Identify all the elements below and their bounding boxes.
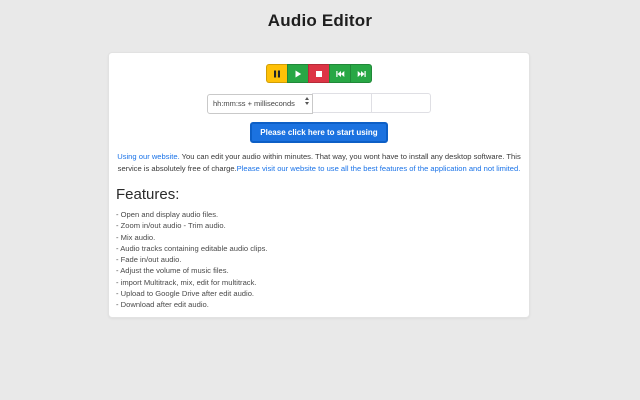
time-format-select-wrap: hh:mm:ss + milliseconds	[207, 93, 313, 114]
intro-paragraph: Using our website. You can edit your aud…	[115, 151, 523, 175]
feature-item: - Mix audio.	[116, 232, 156, 242]
pause-icon	[273, 70, 281, 78]
audio-editor-card: hh:mm:ss + milliseconds Please click her…	[108, 52, 530, 318]
time-input-start[interactable]	[312, 93, 372, 113]
visit-website-link[interactable]: Please visit our website to use all the …	[237, 164, 521, 173]
time-controls-row: hh:mm:ss + milliseconds	[109, 93, 529, 114]
stop-icon	[315, 70, 323, 78]
play-icon	[294, 70, 302, 78]
time-format-select[interactable]: hh:mm:ss + milliseconds	[207, 93, 313, 114]
features-heading: Features:	[116, 186, 180, 203]
pause-button[interactable]	[266, 64, 288, 83]
page-title: Audio Editor	[267, 11, 373, 30]
player-controls	[109, 64, 529, 83]
skip-forward-button[interactable]	[350, 64, 372, 83]
feature-item: - Fade in/out audio.	[116, 255, 182, 265]
play-button[interactable]	[287, 64, 309, 83]
features-section: Features: - Open and display audio files…	[116, 186, 529, 311]
start-row: Please click here to start using	[109, 122, 529, 143]
skip-forward-icon	[357, 70, 366, 78]
feature-item: - import Multitrack, mix, edit for multi…	[116, 277, 257, 287]
feature-item: - Upload to Google Drive after edit audi…	[116, 289, 255, 299]
feature-item: - Zoom in/out audio - Trim audio.	[116, 221, 226, 231]
stop-button[interactable]	[308, 64, 330, 83]
feature-item: - Download after edit audio.	[116, 300, 209, 310]
skip-back-icon	[335, 70, 345, 78]
player-button-group	[266, 64, 372, 83]
using-our-website-link[interactable]: Using our website.	[117, 152, 179, 161]
skip-back-button[interactable]	[329, 64, 351, 83]
feature-item: - Audio tracks containing editable audio…	[116, 243, 268, 253]
features-list: - Open and display audio files. - Zoom i…	[116, 209, 529, 311]
time-input-end[interactable]	[371, 93, 431, 113]
feature-item: - Open and display audio files.	[116, 210, 219, 219]
feature-item: - Adjust the volume of music files.	[116, 266, 229, 276]
start-using-button[interactable]: Please click here to start using	[250, 122, 388, 143]
